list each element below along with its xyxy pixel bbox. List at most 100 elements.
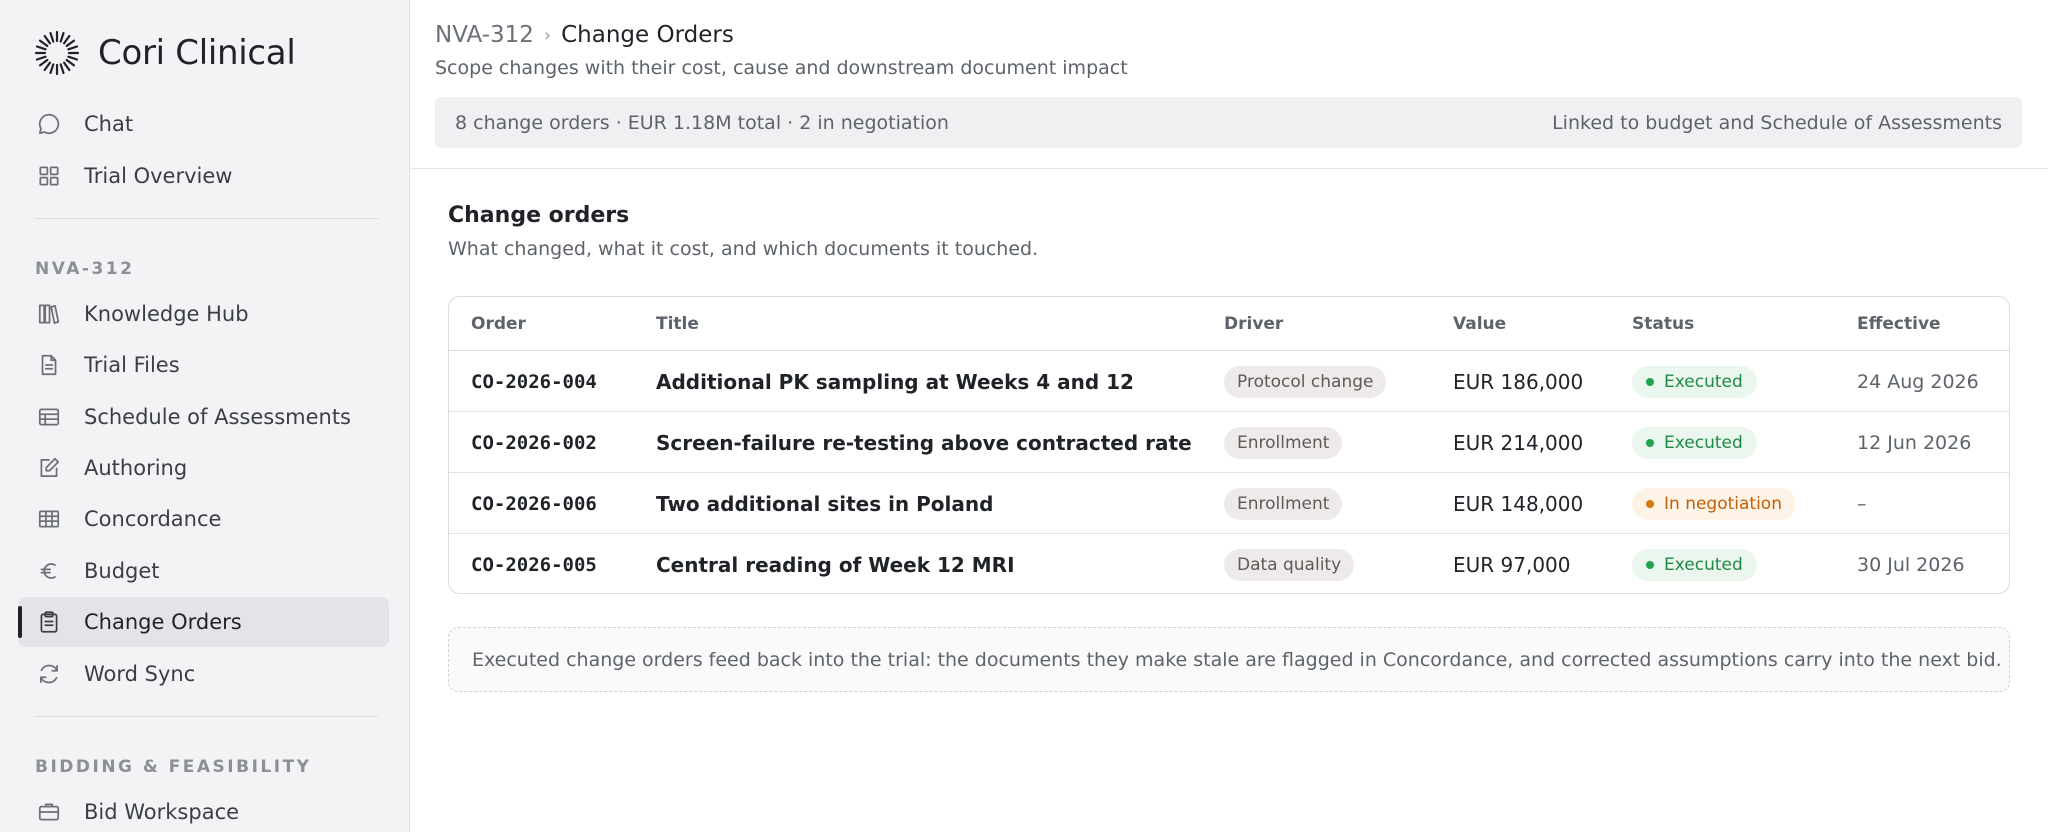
status-label: In negotiation	[1664, 493, 1782, 514]
order-value: EUR 148,000	[1453, 491, 1584, 516]
status-cell: Executed	[1632, 351, 1757, 412]
sidebar-item-trial-files[interactable]: Trial Files	[18, 340, 389, 390]
sidebar-item-chat[interactable]: Chat	[18, 99, 389, 149]
summary-links: Linked to budget and Schedule of Assessm…	[1552, 111, 2002, 134]
status-cell: Executed	[1632, 534, 1757, 593]
brand[interactable]: Cori Clinical	[34, 26, 296, 80]
chat-icon	[36, 111, 62, 137]
sidebar-item-schedule-of-assessments[interactable]: Schedule of Assessments	[18, 392, 389, 442]
euro-icon	[36, 558, 62, 584]
order-title: Central reading of Week 12 MRI	[656, 552, 1015, 577]
logo-ray	[62, 61, 71, 72]
order-value: EUR 214,000	[1453, 430, 1584, 455]
page-subtitle: Scope changes with their cost, cause and…	[435, 57, 1128, 79]
logo-ray	[49, 31, 55, 43]
sidebar-item-label: Concordance	[84, 507, 222, 531]
clipboard-icon	[36, 609, 62, 635]
status-dot-icon	[1646, 377, 1654, 386]
sidebar-item-label: Authoring	[84, 456, 188, 480]
sidebar-section-bidding: BIDDING & FEASIBILITY	[35, 757, 312, 777]
sidebar-item-trial-overview[interactable]: Trial Overview	[18, 151, 389, 201]
sidebar-section-trial: NVA-312	[35, 259, 135, 279]
sidebar-item-label: Change Orders	[84, 610, 242, 634]
status-cell: Executed	[1632, 412, 1757, 473]
driver-cell: Protocol change	[1224, 351, 1387, 412]
status-badge: In negotiation	[1632, 487, 1796, 520]
effective-date: 30 Jul 2026	[1857, 553, 1965, 576]
breadcrumb: NVA-312 › Change Orders	[435, 22, 734, 48]
status-badge: Executed	[1632, 426, 1757, 459]
driver-cell: Data quality	[1224, 534, 1355, 593]
logo-ray	[38, 58, 49, 67]
sidebar-item-concordance[interactable]: Concordance	[18, 494, 389, 544]
sidebar-item-label: Budget	[84, 559, 160, 583]
effective-date: 12 Jun 2026	[1857, 431, 1972, 454]
order-title: Additional PK sampling at Weeks 4 and 12	[656, 369, 1134, 394]
order-id: CO-2026-006	[471, 492, 597, 515]
header-divider	[411, 168, 2048, 169]
main-content: NVA-312 › Change Orders Scope changes wi…	[411, 0, 2048, 832]
app-name: Cori Clinical	[98, 33, 296, 73]
order-id: CO-2026-005	[471, 553, 597, 576]
info-note: Executed change orders feed back into th…	[448, 627, 2010, 692]
logo-ray	[38, 39, 49, 48]
logo-ray	[65, 39, 76, 48]
driver-tag: Enrollment	[1224, 487, 1343, 520]
logo-ray	[43, 34, 52, 45]
status-dot-icon	[1646, 499, 1654, 508]
status-cell: In negotiation	[1632, 473, 1796, 534]
section-subtitle: What changed, what it cost, and which do…	[448, 238, 1039, 260]
sidebar-item-authoring[interactable]: Authoring	[18, 443, 389, 493]
breadcrumb-trial-link[interactable]: NVA-312	[435, 22, 534, 48]
effective-date: –	[1857, 492, 1867, 515]
column-header-title[interactable]: Title	[656, 314, 699, 334]
logo-ray	[35, 55, 47, 61]
status-dot-icon	[1646, 560, 1654, 569]
driver-tag: Enrollment	[1224, 426, 1343, 459]
column-header-effective[interactable]: Effective	[1857, 314, 1941, 334]
file-icon	[36, 352, 62, 378]
sidebar-item-label: Trial Overview	[84, 164, 233, 188]
books-icon	[36, 301, 62, 327]
order-title: Screen-failure re-testing above contract…	[656, 430, 1192, 455]
logo-ray	[67, 55, 79, 61]
sidebar-item-change-orders[interactable]: Change Orders	[18, 597, 389, 647]
sidebar-item-label: Trial Files	[84, 353, 180, 377]
driver-cell: Enrollment	[1224, 473, 1343, 534]
column-header-status[interactable]: Status	[1632, 314, 1694, 334]
table-row[interactable]: CO-2026-005 Central reading of Week 12 M…	[449, 534, 2009, 593]
driver-tag: Data quality	[1224, 548, 1355, 581]
sidebar-item-budget[interactable]: Budget	[18, 546, 389, 596]
order-id: CO-2026-004	[471, 370, 597, 393]
column-header-order[interactable]: Order	[471, 314, 526, 334]
status-badge: Executed	[1632, 548, 1757, 581]
driver-cell: Enrollment	[1224, 412, 1343, 473]
sidebar-divider	[34, 218, 378, 219]
grid-icon	[36, 163, 62, 189]
sidebar-item-label: Word Sync	[84, 662, 196, 686]
table-row[interactable]: CO-2026-006 Two additional sites in Pola…	[449, 473, 2009, 534]
order-value: EUR 97,000	[1453, 552, 1571, 577]
sidebar-divider	[34, 716, 378, 717]
table-row[interactable]: CO-2026-004 Additional PK sampling at We…	[449, 351, 2009, 412]
sidebar-item-label: Knowledge Hub	[84, 302, 249, 326]
logo-ray	[35, 45, 47, 51]
page-title: Change Orders	[561, 22, 734, 48]
sidebar-item-label: Schedule of Assessments	[84, 405, 352, 429]
table-icon	[36, 506, 62, 532]
logo-ray	[49, 63, 55, 75]
table-row[interactable]: CO-2026-002 Screen-failure re-testing ab…	[449, 412, 2009, 473]
sidebar-item-word-sync[interactable]: Word Sync	[18, 649, 389, 699]
sidebar-item-bid-workspace[interactable]: Bid Workspace	[18, 787, 389, 832]
logo-ray	[59, 63, 65, 75]
sidebar-item-knowledge-hub[interactable]: Knowledge Hub	[18, 289, 389, 339]
status-dot-icon	[1646, 438, 1654, 447]
column-header-driver[interactable]: Driver	[1224, 314, 1283, 334]
section-title: Change orders	[448, 203, 630, 228]
change-orders-table: Order Title Driver Value Status Effectiv…	[448, 296, 2010, 594]
logo-ray	[65, 58, 76, 67]
sync-icon	[36, 661, 62, 687]
column-header-value[interactable]: Value	[1453, 314, 1506, 334]
driver-tag: Protocol change	[1224, 365, 1387, 398]
order-id: CO-2026-002	[471, 431, 597, 454]
